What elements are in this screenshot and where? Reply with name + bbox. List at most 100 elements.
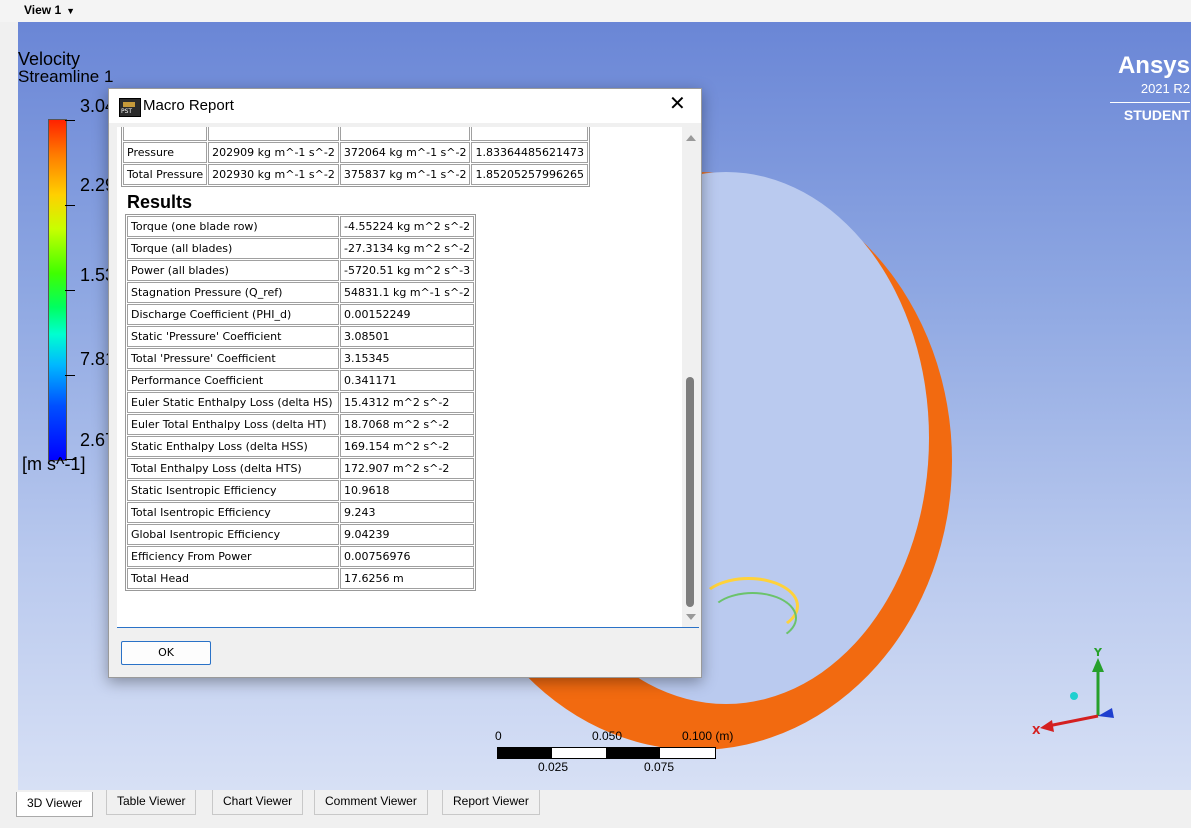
table-row: Total Isentropic Efficiency 9.243: [127, 502, 475, 523]
dialog-title: Macro Report: [143, 97, 234, 114]
view-selector[interactable]: View 1 ▼: [24, 3, 75, 17]
table-row: Total Enthalpy Loss (delta HTS) 172.907 m…: [127, 458, 475, 479]
table-row: Pressure 0 0 0: [123, 127, 588, 141]
table-row: Global Isentropic Efficiency 9.04239: [127, 524, 475, 545]
table-cell: 375837 kg m^-1 s^-2: [339, 164, 471, 185]
logo-brand: Ansys: [1117, 52, 1190, 79]
result-label: Total Head: [127, 568, 339, 589]
legend-tick: [65, 290, 75, 291]
table-row: Power (all blades) -5720.51 kg m^2 s^-3: [127, 260, 475, 281]
result-label: Euler Static Enthalpy Loss (delta HS): [127, 392, 339, 413]
pressure-table: Pressure 0 0 0 Pressure 202909 kg m^-1 s…: [121, 127, 590, 187]
ansys-logo: Ansys 2021 R2 STUDENT: [1110, 52, 1190, 123]
table-cell: 0: [208, 127, 339, 141]
viewer-tab-bar: 3D Viewer Table Viewer Chart Viewer Comm…: [0, 790, 1191, 828]
table-row: Performance Coefficient 0.341171: [127, 370, 475, 391]
scroll-up-icon[interactable]: [686, 135, 696, 141]
scrollbar-thumb[interactable]: [686, 377, 694, 607]
table-cell: 372064 kg m^-1 s^-2: [339, 142, 471, 163]
y-axis-arrow-icon: [1092, 658, 1104, 672]
close-icon[interactable]: ✕: [669, 91, 686, 116]
table-row: Stagnation Pressure (Q_ref) 54831.1 kg m^…: [127, 282, 475, 303]
table-cell: 1.85205257996265: [471, 164, 588, 185]
table-cell: 202909 kg m^-1 s^-2: [208, 142, 339, 163]
app-icon: [119, 98, 141, 117]
scale-label: 0: [495, 729, 502, 743]
result-label: Euler Total Enthalpy Loss (delta HT): [127, 414, 339, 435]
result-label: Discharge Coefficient (PHI_d): [127, 304, 339, 325]
scale-label: 0.050: [592, 729, 623, 743]
result-value: 15.4312 m^2 s^-2: [340, 392, 475, 413]
result-label: Total Isentropic Efficiency: [127, 502, 339, 523]
result-value: 3.15345: [340, 348, 475, 369]
result-value: -4.55224 kg m^2 s^-2: [340, 216, 475, 237]
table-row: Total 'Pressure' Coefficient 3.15345: [127, 348, 475, 369]
macro-report-dialog: Macro Report ✕ Pressure 0 0 0 Pressure 2…: [108, 88, 702, 678]
logo-edition: STUDENT: [1123, 107, 1190, 123]
dropdown-arrow-icon: ▼: [66, 6, 76, 16]
table-row: Euler Static Enthalpy Loss (delta HS) 15.…: [127, 392, 475, 413]
legend-tick: [65, 120, 75, 121]
x-axis-line: [1047, 714, 1099, 728]
table-row: Static 'Pressure' Coefficient 3.08501: [127, 326, 475, 347]
result-label: Total 'Pressure' Coefficient: [127, 348, 339, 369]
result-label: Global Isentropic Efficiency: [127, 524, 339, 545]
tab-3d-viewer[interactable]: 3D Viewer: [16, 792, 94, 817]
result-value: 0.341171: [340, 370, 475, 391]
scale-segment: [498, 748, 552, 758]
vertical-scrollbar[interactable]: [682, 127, 699, 627]
result-label: Efficiency From Power: [127, 546, 339, 567]
logo-version: 2021 R2: [1140, 81, 1190, 96]
tab-comment-viewer[interactable]: Comment Viewer: [314, 790, 428, 815]
result-value: -27.3134 kg m^2 s^-2: [340, 238, 475, 259]
table-cell: 0: [471, 127, 588, 141]
x-axis-arrow-icon: [1040, 720, 1054, 732]
ok-button[interactable]: OK: [121, 641, 211, 665]
table-row: Static Enthalpy Loss (delta HSS) 169.154 …: [127, 436, 475, 457]
result-value: 0.00152249: [340, 304, 475, 325]
scale-bar: [497, 747, 716, 759]
tab-table-viewer[interactable]: Table Viewer: [106, 790, 197, 815]
result-label: Power (all blades): [127, 260, 339, 281]
view-toolbar: View 1 ▼: [0, 0, 1191, 22]
result-label: Torque (all blades): [127, 238, 339, 259]
result-label: Static Enthalpy Loss (delta HSS): [127, 436, 339, 457]
result-value: 0.00756976: [340, 546, 475, 567]
table-cell: 0: [339, 127, 471, 141]
rotation-center-icon: [1070, 692, 1078, 700]
dialog-title-bar[interactable]: Macro Report ✕: [109, 89, 701, 123]
tab-report-viewer[interactable]: Report Viewer: [442, 790, 540, 815]
legend-tick: [65, 375, 75, 376]
result-label: Torque (one blade row): [127, 216, 339, 237]
axis-triad: Y X: [1032, 648, 1114, 737]
result-value: 9.243: [340, 502, 475, 523]
result-value: 17.6256 m: [340, 568, 475, 589]
results-heading: Results: [127, 192, 193, 212]
table-row: Total Pressure 202930 kg m^-1 s^-2 37583…: [123, 164, 588, 185]
table-row: Euler Total Enthalpy Loss (delta HT) 18.7…: [127, 414, 475, 435]
result-label: Static 'Pressure' Coefficient: [127, 326, 339, 347]
x-axis-label: X: [1032, 724, 1041, 737]
z-axis-arrow-icon: [1098, 708, 1114, 718]
result-label: Static Isentropic Efficiency: [127, 480, 339, 501]
result-value: 54831.1 kg m^-1 s^-2: [340, 282, 475, 303]
result-value: 169.154 m^2 s^-2: [340, 436, 475, 457]
result-value: 9.04239: [340, 524, 475, 545]
scale-label: 0.100 (m): [682, 729, 734, 743]
y-axis-label: Y: [1093, 648, 1103, 659]
table-row: Pressure 202909 kg m^-1 s^-2 372064 kg m…: [123, 142, 588, 163]
result-value: 10.9618: [340, 480, 475, 501]
table-row: Torque (one blade row) -4.55224 kg m^2 s^…: [127, 216, 475, 237]
tab-chart-viewer[interactable]: Chart Viewer: [212, 790, 304, 815]
legend-subtitle: Streamline 1: [18, 67, 114, 86]
scroll-down-icon[interactable]: [686, 614, 696, 620]
result-label: Total Enthalpy Loss (delta HTS): [127, 458, 339, 479]
result-value: 3.08501: [340, 326, 475, 347]
legend-unit: [m s^-1]: [22, 454, 86, 474]
scale-segment: [606, 748, 660, 758]
table-row: Discharge Coefficient (PHI_d) 0.00152249: [127, 304, 475, 325]
result-label: Stagnation Pressure (Q_ref): [127, 282, 339, 303]
scale-label: 0.075: [644, 760, 675, 774]
table-row: Total Head 17.6256 m: [127, 568, 475, 589]
table-row: Efficiency From Power 0.00756976: [127, 546, 475, 567]
